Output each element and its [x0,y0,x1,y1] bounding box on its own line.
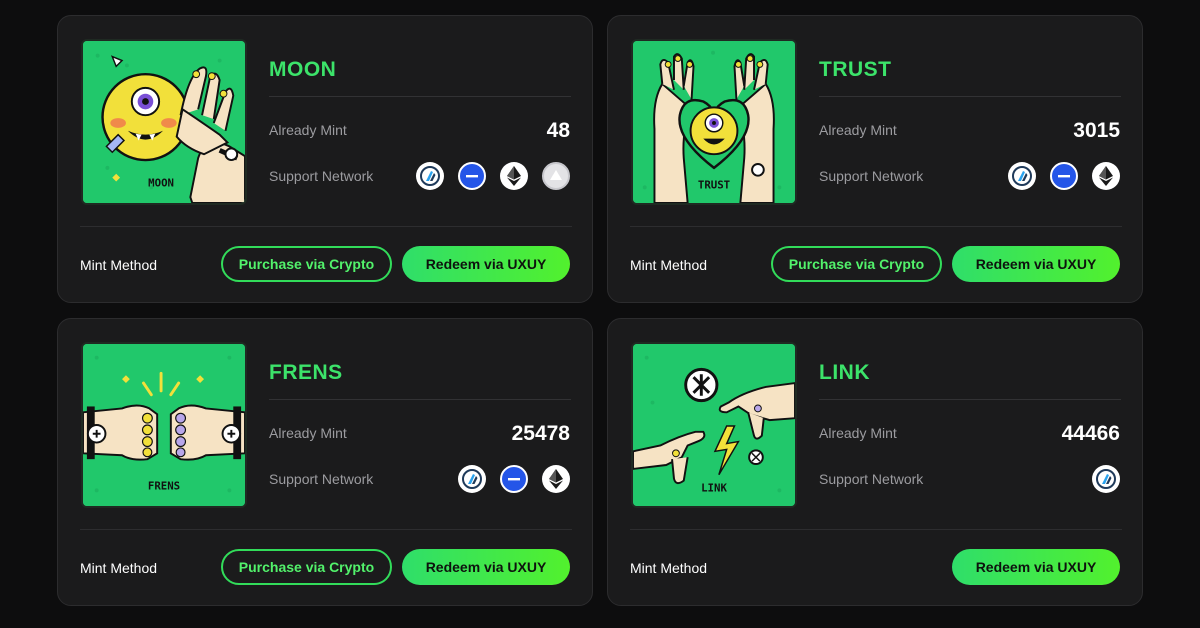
network-list [416,162,570,190]
base-icon [1050,162,1078,190]
divider [80,529,572,530]
network-list [1008,162,1120,190]
support-network-label: Support Network [819,168,924,184]
nft-title: TRUST [819,58,892,81]
frens-artwork-image: FRENS [83,344,245,506]
frens-art-caption: FRENS [148,479,180,492]
link-art-caption: LINK [701,481,727,494]
arbitrum-icon [416,162,444,190]
nft-title: FRENS [269,361,343,384]
moon-nft-artwork[interactable]: MOON [81,39,247,205]
mint-method-label: Mint Method [630,560,708,576]
arbitrum-icon [458,465,486,493]
moon-art-caption: MOON [148,176,174,189]
support-network-label: Support Network [269,471,374,487]
arbitrum-icon [1092,465,1120,493]
support-network-label: Support Network [269,168,374,184]
purchase-via-crypto-button[interactable]: Purchase via Crypto [221,549,392,585]
link-nft-artwork[interactable]: LINK [631,342,797,508]
already-mint-count: 48 [546,119,570,142]
divider [630,226,1122,227]
trust-artwork-image: TRUST [633,41,795,203]
network-list [458,465,570,493]
already-mint-count: 25478 [511,422,570,445]
ethereum-icon [542,465,570,493]
mint-method-label: Mint Method [80,560,158,576]
divider [819,399,1121,400]
already-mint-label: Already Mint [269,122,347,138]
nft-card-trust: TRUST TRUST Already Mint 3015 Support Ne… [607,15,1143,303]
purchase-via-crypto-button[interactable]: Purchase via Crypto [771,246,942,282]
mint-method-label: Mint Method [630,257,708,273]
divider [80,226,572,227]
already-mint-label: Already Mint [819,122,897,138]
base-icon [500,465,528,493]
nft-title: LINK [819,361,870,384]
arbitrum-icon [1008,162,1036,190]
divider [819,96,1121,97]
nft-card-link: LINK LINK Already Mint 44466 Support Net… [607,318,1143,606]
divider [269,96,571,97]
silver-token-icon [542,162,570,190]
nft-card-moon: MOON MOON Already Mint 48 Support Networ… [57,15,593,303]
support-network-label: Support Network [819,471,924,487]
mint-method-label: Mint Method [80,257,158,273]
purchase-via-crypto-button[interactable]: Purchase via Crypto [221,246,392,282]
trust-nft-artwork[interactable]: TRUST [631,39,797,205]
redeem-via-uxuy-button[interactable]: Redeem via UXUY [402,549,570,585]
ethereum-icon [500,162,528,190]
redeem-via-uxuy-button[interactable]: Redeem via UXUY [952,246,1120,282]
ethereum-icon [1092,162,1120,190]
redeem-via-uxuy-button[interactable]: Redeem via UXUY [952,549,1120,585]
redeem-via-uxuy-button[interactable]: Redeem via UXUY [402,246,570,282]
moon-artwork-image: MOON [83,41,245,203]
already-mint-label: Already Mint [819,425,897,441]
already-mint-label: Already Mint [269,425,347,441]
link-artwork-image: LINK [633,344,795,506]
nft-title: MOON [269,58,337,81]
trust-art-caption: TRUST [698,178,730,191]
already-mint-count: 3015 [1073,119,1120,142]
frens-nft-artwork[interactable]: FRENS [81,342,247,508]
nft-card-frens: FRENS FRENS Already Mint 25478 Support N… [57,318,593,606]
divider [630,529,1122,530]
divider [269,399,571,400]
network-list [1092,465,1120,493]
base-icon [458,162,486,190]
already-mint-count: 44466 [1061,422,1120,445]
